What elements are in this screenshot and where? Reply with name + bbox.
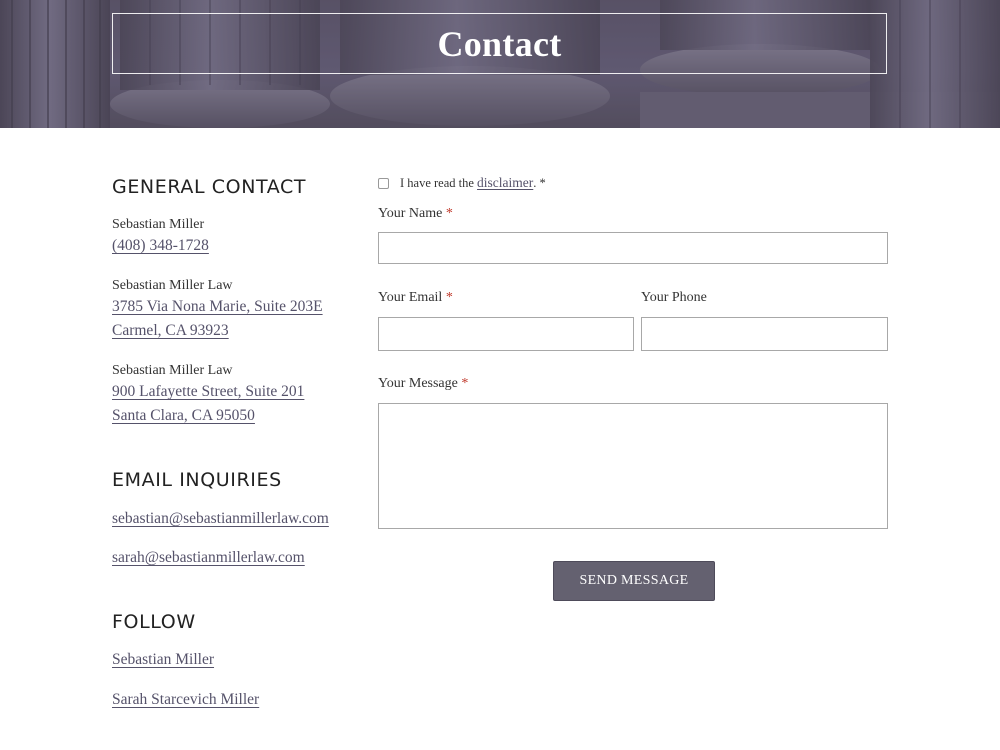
required-mark: * xyxy=(445,206,453,221)
phone-label: Your Phone xyxy=(641,290,707,305)
required-mark: * xyxy=(445,290,453,305)
page-title: Contact xyxy=(437,23,562,64)
follow-heading: FOLLOW xyxy=(112,611,196,633)
disclaimer-text: I have read the disclaimer. * xyxy=(400,175,546,191)
office2-name: Sebastian Miller Law xyxy=(112,363,233,378)
name-label: Your Name * xyxy=(378,206,453,222)
email-link-sarah[interactable]: sarah@sebastianmillerlaw.com xyxy=(112,549,305,567)
disclaimer-prefix: I have read the xyxy=(400,176,474,190)
phone-input[interactable] xyxy=(641,317,888,351)
message-label-text: Your Message xyxy=(378,376,458,391)
email-inquiries-heading: EMAIL INQUIRIES xyxy=(112,469,282,491)
required-mark: * xyxy=(461,376,469,391)
message-label: Your Message * xyxy=(378,376,468,392)
disclaimer-checkbox[interactable] xyxy=(378,178,389,189)
email-label: Your Email * xyxy=(378,290,453,306)
office1-name: Sebastian Miller Law xyxy=(112,278,233,293)
email-link-sebastian[interactable]: sebastian@sebastianmillerlaw.com xyxy=(112,510,329,528)
email-label-text: Your Email xyxy=(378,290,443,305)
email-input[interactable] xyxy=(378,317,634,351)
hero-banner: Contact xyxy=(0,0,1000,128)
name-label-text: Your Name xyxy=(378,206,443,221)
disclaimer-link[interactable]: disclaimer xyxy=(477,175,533,190)
office2-address-line2-link[interactable]: Santa Clara, CA 95050 xyxy=(112,407,255,425)
follow-link-sebastian-miller[interactable]: Sebastian Miller xyxy=(112,651,214,669)
office2-address-line1-link[interactable]: 900 Lafayette Street, Suite 201 xyxy=(112,383,304,401)
follow-link-sarah-starcevich-miller[interactable]: Sarah Starcevich Miller xyxy=(112,691,259,709)
office1-address-line2-link[interactable]: Carmel, CA 93923 xyxy=(112,322,229,340)
page-title-box: Contact xyxy=(112,13,887,74)
message-textarea[interactable] xyxy=(378,403,888,529)
general-contact-heading: GENERAL CONTACT xyxy=(112,176,307,198)
send-message-button[interactable]: SEND MESSAGE xyxy=(553,561,715,601)
office1-address-line1-link[interactable]: 3785 Via Nona Marie, Suite 203E xyxy=(112,298,323,316)
contact-person-name: Sebastian Miller xyxy=(112,217,205,232)
disclaimer-suffix: . * xyxy=(533,176,546,190)
phone-link[interactable]: (408) 348-1728 xyxy=(112,237,209,255)
name-input[interactable] xyxy=(378,232,888,264)
